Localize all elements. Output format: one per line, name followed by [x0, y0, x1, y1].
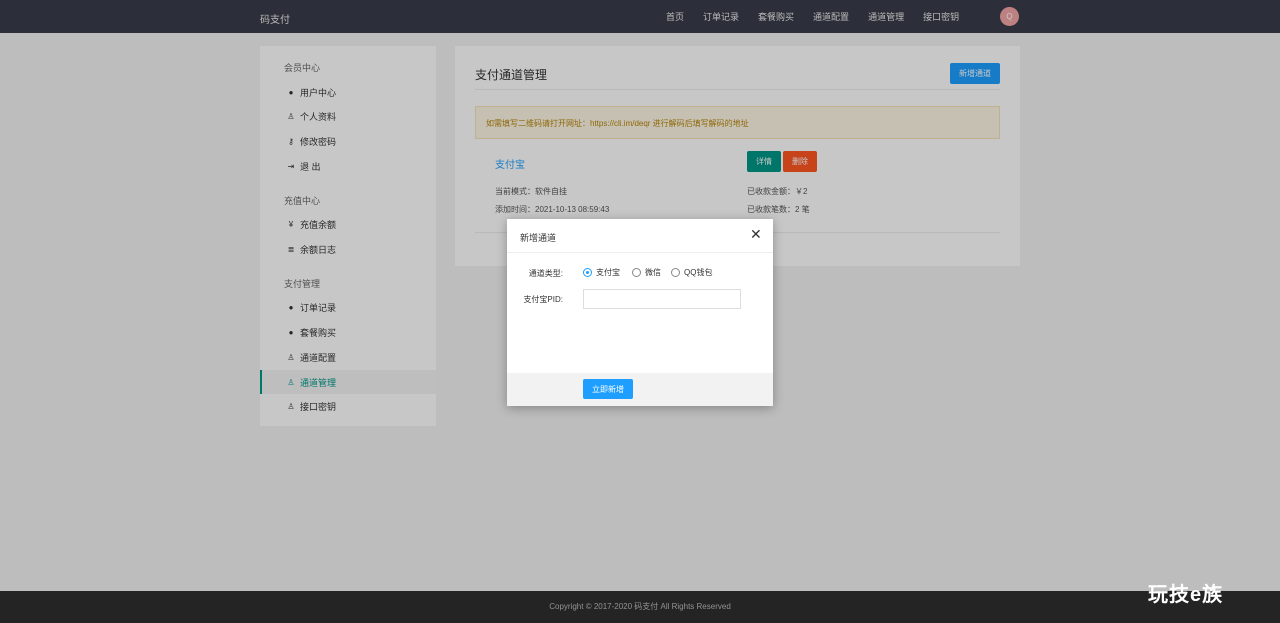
dialog-footer: 立即新增 — [507, 373, 773, 406]
new-channel-dialog: 新增通道 ✕ 通道类型: 支付宝 微信 QQ钱包 支付宝PID: 立即新增 — [507, 219, 773, 406]
radio-label: 微信 — [645, 268, 661, 277]
radio-unchecked-icon — [632, 268, 641, 277]
radio-label: QQ钱包 — [684, 268, 713, 277]
submit-button[interactable]: 立即新增 — [583, 379, 633, 399]
dialog-title: 新增通道 — [520, 233, 557, 243]
radio-checked-icon — [583, 268, 592, 277]
radio-wechat[interactable]: 微信 — [632, 267, 661, 278]
pid-input[interactable] — [583, 289, 741, 309]
close-icon[interactable]: ✕ — [750, 226, 762, 243]
radio-qq-wallet[interactable]: QQ钱包 — [671, 267, 712, 278]
radio-label: 支付宝 — [596, 268, 620, 277]
radio-unchecked-icon — [671, 268, 680, 277]
radio-alipay[interactable]: 支付宝 — [583, 267, 620, 278]
divider — [507, 252, 773, 253]
channel-type-label: 通道类型: — [528, 269, 563, 278]
pid-label: 支付宝PID: — [523, 295, 563, 304]
watermark: 玩技e族 — [1148, 584, 1224, 606]
